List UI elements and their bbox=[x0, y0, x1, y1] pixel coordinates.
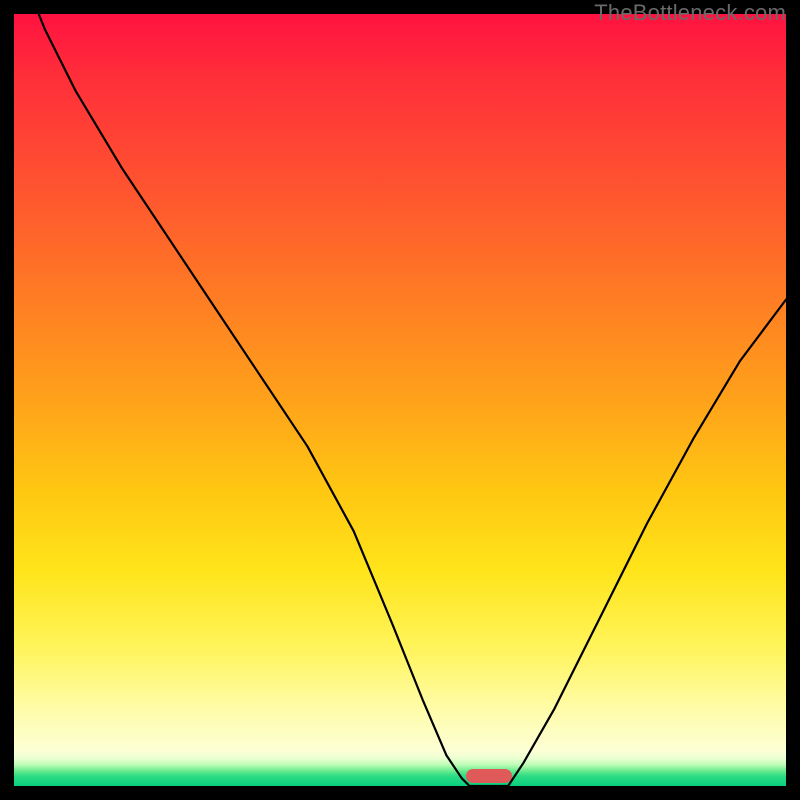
optimal-marker bbox=[466, 769, 512, 783]
chart-frame: TheBottleneck.com bbox=[0, 0, 800, 800]
bottleneck-curve bbox=[14, 14, 786, 786]
watermark-text: TheBottleneck.com bbox=[594, 0, 786, 26]
plot-area bbox=[14, 14, 786, 786]
